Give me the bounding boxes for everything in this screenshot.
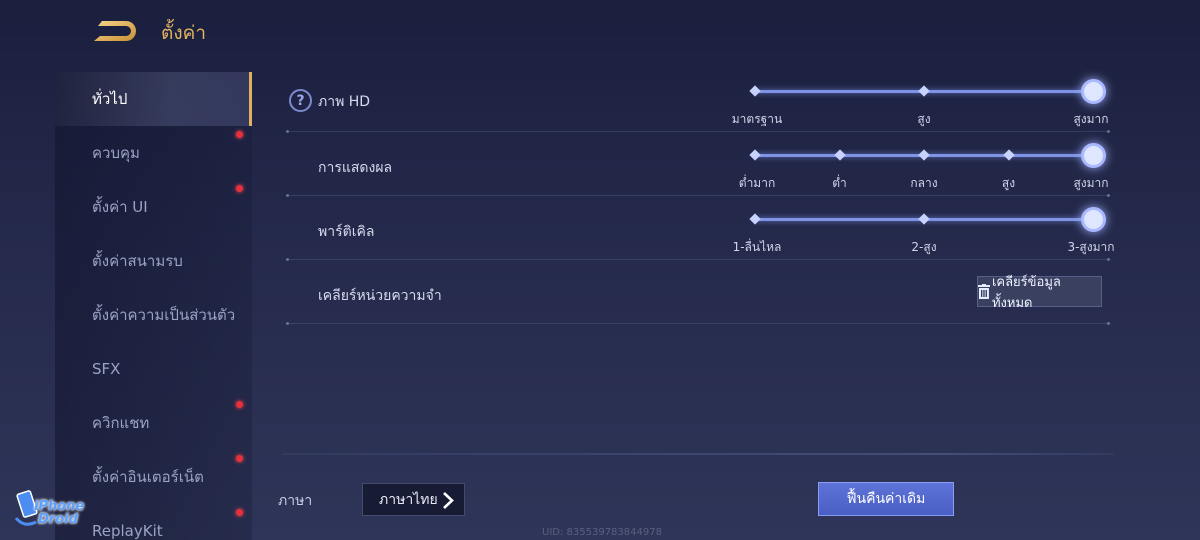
page-title: ตั้งค่า bbox=[161, 22, 206, 44]
sidebar-item-label: ควิกแชท bbox=[92, 414, 150, 432]
sidebar: ทั่วไป ควบคุม ตั้งค่า UI ตั้งค่าสนามรบ ต… bbox=[55, 72, 252, 540]
slider-stop[interactable] bbox=[749, 149, 761, 161]
slider-stop[interactable] bbox=[749, 213, 761, 225]
slider-stop[interactable] bbox=[918, 85, 930, 97]
sidebar-item-label: ReplayKit bbox=[92, 522, 163, 540]
sidebar-item-label: ตั้งค่าอินเตอร์เน็ต bbox=[92, 468, 204, 486]
slider-option-label: ต่ำ bbox=[832, 176, 847, 190]
watermark-text: Droid bbox=[38, 512, 78, 527]
clear-cache-label: เคลียร์หน่วยความจำ bbox=[318, 288, 442, 304]
slider-option-label: ต่ำมาก bbox=[738, 176, 776, 190]
slider-option-label: 3-สูงมาก bbox=[1067, 240, 1115, 254]
row-divider bbox=[286, 322, 1110, 325]
sidebar-item-label: SFX bbox=[92, 360, 121, 378]
slider-stop[interactable] bbox=[1002, 149, 1015, 161]
sidebar-item-ui-settings[interactable]: ตั้งค่า UI bbox=[55, 180, 252, 234]
row-divider bbox=[286, 194, 1110, 197]
slider-stop[interactable] bbox=[833, 149, 846, 161]
particle-quality-slider[interactable]: 1-ลื่นไหล 2-สูง 3-สูงมาก bbox=[733, 207, 1115, 258]
language-select[interactable]: ภาษาไทย bbox=[362, 483, 465, 516]
sidebar-item-label: ตั้งค่าความเป็นส่วนตัว bbox=[92, 306, 236, 324]
row-divider bbox=[286, 258, 1110, 261]
hd-quality-slider[interactable]: มาตรฐาน สูง สูงมาก bbox=[732, 79, 1109, 130]
slider-knob[interactable] bbox=[1081, 79, 1106, 104]
sidebar-item-general[interactable]: ทั่วไป bbox=[55, 72, 252, 126]
slider-knob[interactable] bbox=[1081, 143, 1106, 168]
hd-label: ภาพ HD bbox=[318, 94, 371, 110]
slider-option-label: 1-ลื่นไหล bbox=[732, 240, 782, 254]
notification-badge bbox=[236, 131, 243, 138]
display-label: การแสดงผล bbox=[318, 160, 393, 176]
clear-cache-button[interactable]: เคลียร์ข้อมูลทั้งหมด bbox=[977, 275, 1102, 311]
display-quality-slider[interactable]: ต่ำมาก ต่ำ กลาง สูง สูงมาก bbox=[739, 143, 1109, 194]
sidebar-item-label: ตั้งค่าสนามรบ bbox=[92, 252, 183, 270]
trash-icon bbox=[978, 284, 990, 299]
slider-option-label: สูง bbox=[917, 112, 931, 126]
notification-badge bbox=[236, 455, 243, 462]
clear-cache-button-label: เคลียร์ข้อมูลทั้งหมด bbox=[991, 274, 1061, 311]
uid-text: UID: 835539783844978 bbox=[542, 527, 662, 538]
language-label: ภาษา bbox=[278, 493, 313, 509]
slider-stop[interactable] bbox=[918, 213, 930, 225]
slider-stop[interactable] bbox=[749, 85, 761, 97]
sidebar-item-sfx[interactable]: SFX bbox=[55, 342, 252, 396]
sidebar-item-label: ตั้งค่า UI bbox=[92, 198, 148, 216]
chevron-right-icon bbox=[443, 492, 454, 509]
bottom-divider bbox=[282, 453, 1114, 455]
sidebar-item-quick-chat[interactable]: ควิกแชท bbox=[55, 396, 252, 450]
slider-option-label: กลาง bbox=[910, 176, 938, 190]
notification-badge bbox=[236, 185, 243, 192]
slider-option-label: สูงมาก bbox=[1073, 176, 1109, 190]
notification-badge bbox=[236, 401, 243, 408]
sidebar-item-label: ทั่วไป bbox=[92, 90, 128, 108]
sidebar-item-label: ควบคุม bbox=[92, 144, 140, 162]
sidebar-item-privacy[interactable]: ตั้งค่าความเป็นส่วนตัว bbox=[55, 288, 252, 342]
slider-stop[interactable] bbox=[918, 149, 930, 161]
slider-option-label: 2-สูง bbox=[911, 240, 937, 254]
slider-option-label: สูง bbox=[1001, 176, 1016, 190]
slider-option-label: มาตรฐาน bbox=[731, 112, 783, 126]
slider-knob[interactable] bbox=[1081, 207, 1106, 232]
sidebar-item-battlefield[interactable]: ตั้งค่าสนามรบ bbox=[55, 234, 252, 288]
restore-default-label: ฟื้นคืนค่าเดิม bbox=[846, 491, 926, 507]
sidebar-item-controls[interactable]: ควบคุม bbox=[55, 126, 252, 180]
particle-label: พาร์ติเคิล bbox=[318, 224, 375, 240]
restore-default-button[interactable]: ฟื้นคืนค่าเดิม bbox=[818, 482, 954, 516]
help-icon[interactable]: ? bbox=[289, 89, 312, 112]
language-value: ภาษาไทย bbox=[379, 491, 438, 508]
slider-option-label: สูงมาก bbox=[1073, 112, 1109, 126]
back-arrow-icon[interactable] bbox=[92, 18, 140, 44]
notification-badge bbox=[236, 509, 243, 516]
row-divider bbox=[286, 130, 1110, 133]
